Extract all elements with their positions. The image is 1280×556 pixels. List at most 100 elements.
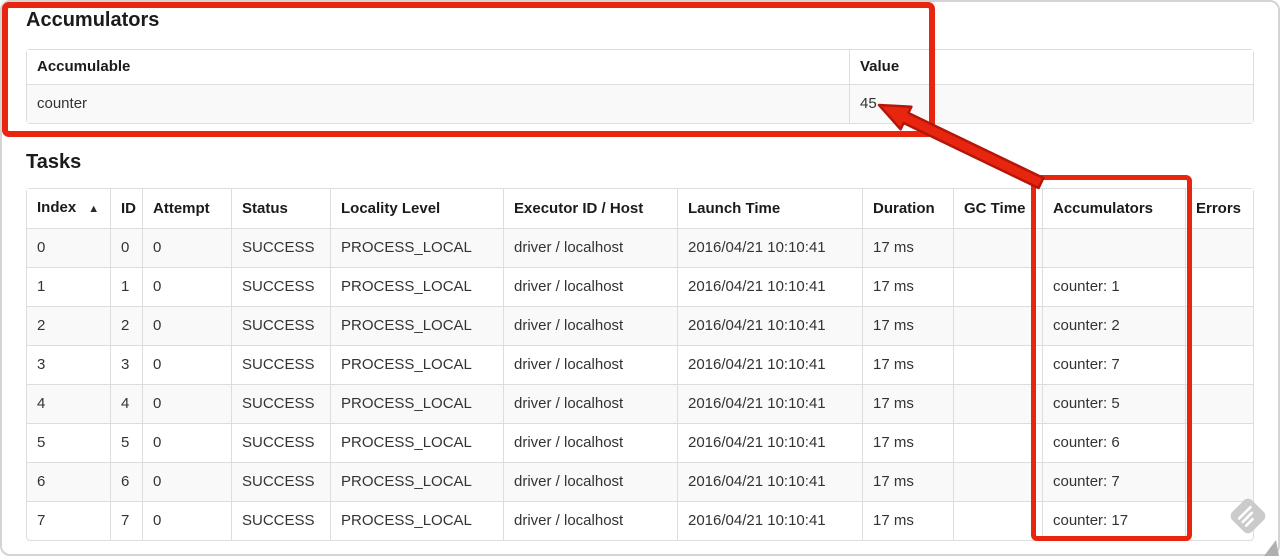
column-header-status[interactable]: Status bbox=[231, 189, 330, 228]
cell-id: 6 bbox=[110, 462, 142, 501]
cell-gc-time bbox=[953, 423, 1042, 462]
cell-index: 6 bbox=[27, 462, 110, 501]
column-header-index-label: Index bbox=[37, 199, 77, 216]
task-row: 4 4 0 SUCCESS PROCESS_LOCAL driver / loc… bbox=[27, 384, 1253, 423]
cell-executor-host: driver / localhost bbox=[503, 228, 677, 267]
task-row: 3 3 0 SUCCESS PROCESS_LOCAL driver / loc… bbox=[27, 345, 1253, 384]
cell-launch-time: 2016/04/21 10:10:41 bbox=[677, 267, 862, 306]
cell-index: 5 bbox=[27, 423, 110, 462]
cell-id: 7 bbox=[110, 501, 142, 540]
cell-locality-level: PROCESS_LOCAL bbox=[330, 384, 503, 423]
cell-accumulators bbox=[1042, 228, 1185, 267]
cell-locality-level: PROCESS_LOCAL bbox=[330, 228, 503, 267]
column-header-executor-host[interactable]: Executor ID / Host bbox=[503, 189, 677, 228]
cell-gc-time bbox=[953, 267, 1042, 306]
column-header-gc-time[interactable]: GC Time bbox=[953, 189, 1042, 228]
cell-executor-host: driver / localhost bbox=[503, 384, 677, 423]
cell-index: 4 bbox=[27, 384, 110, 423]
column-header-accumulable: Accumulable bbox=[27, 50, 849, 84]
task-row: 1 1 0 SUCCESS PROCESS_LOCAL driver / loc… bbox=[27, 267, 1253, 306]
cell-attempt: 0 bbox=[142, 345, 231, 384]
cell-duration: 17 ms bbox=[862, 345, 953, 384]
sort-ascending-icon: ▲ bbox=[88, 203, 100, 215]
cell-index: 1 bbox=[27, 267, 110, 306]
cell-index: 2 bbox=[27, 306, 110, 345]
cell-attempt: 0 bbox=[142, 228, 231, 267]
column-header-attempt[interactable]: Attempt bbox=[142, 189, 231, 228]
cell-duration: 17 ms bbox=[862, 384, 953, 423]
cell-errors bbox=[1185, 228, 1253, 267]
cell-id: 5 bbox=[110, 423, 142, 462]
cell-id: 2 bbox=[110, 306, 142, 345]
cell-status: SUCCESS bbox=[231, 462, 330, 501]
cell-status: SUCCESS bbox=[231, 267, 330, 306]
cell-errors bbox=[1185, 345, 1253, 384]
cell-accumulators: counter: 7 bbox=[1042, 345, 1185, 384]
accumulators-header-row: Accumulable Value bbox=[27, 50, 1253, 84]
column-header-id[interactable]: ID bbox=[110, 189, 142, 228]
task-row: 0 0 0 SUCCESS PROCESS_LOCAL driver / loc… bbox=[27, 228, 1253, 267]
cursor-artifact-icon bbox=[1264, 540, 1279, 556]
cell-attempt: 0 bbox=[142, 501, 231, 540]
cell-attempt: 0 bbox=[142, 267, 231, 306]
column-header-errors[interactable]: Errors bbox=[1185, 189, 1253, 228]
cell-id: 0 bbox=[110, 228, 142, 267]
cell-errors bbox=[1185, 267, 1253, 306]
cell-status: SUCCESS bbox=[231, 384, 330, 423]
cell-executor-host: driver / localhost bbox=[503, 501, 677, 540]
cell-executor-host: driver / localhost bbox=[503, 462, 677, 501]
cell-gc-time bbox=[953, 306, 1042, 345]
cell-locality-level: PROCESS_LOCAL bbox=[330, 267, 503, 306]
cell-locality-level: PROCESS_LOCAL bbox=[330, 306, 503, 345]
cell-launch-time: 2016/04/21 10:10:41 bbox=[677, 423, 862, 462]
cell-index: 3 bbox=[27, 345, 110, 384]
column-header-locality-level[interactable]: Locality Level bbox=[330, 189, 503, 228]
cell-executor-host: driver / localhost bbox=[503, 267, 677, 306]
cell-duration: 17 ms bbox=[862, 228, 953, 267]
task-row: 5 5 0 SUCCESS PROCESS_LOCAL driver / loc… bbox=[27, 423, 1253, 462]
cell-status: SUCCESS bbox=[231, 501, 330, 540]
cell-accumulators: counter: 6 bbox=[1042, 423, 1185, 462]
cell-accumulators: counter: 5 bbox=[1042, 384, 1185, 423]
cell-launch-time: 2016/04/21 10:10:41 bbox=[677, 384, 862, 423]
cell-executor-host: driver / localhost bbox=[503, 345, 677, 384]
cell-gc-time bbox=[953, 228, 1042, 267]
tasks-section-title: Tasks bbox=[26, 151, 82, 173]
cell-duration: 17 ms bbox=[862, 267, 953, 306]
cell-executor-host: driver / localhost bbox=[503, 423, 677, 462]
column-header-accumulators[interactable]: Accumulators bbox=[1042, 189, 1185, 228]
cell-launch-time: 2016/04/21 10:10:41 bbox=[677, 462, 862, 501]
cell-accumulators: counter: 2 bbox=[1042, 306, 1185, 345]
accumulators-table: Accumulable Value counter 45 bbox=[26, 49, 1254, 124]
column-header-index[interactable]: Index ▲ bbox=[27, 189, 110, 228]
accumulators-section-title: Accumulators bbox=[26, 9, 160, 31]
cell-locality-level: PROCESS_LOCAL bbox=[330, 501, 503, 540]
cell-gc-time bbox=[953, 501, 1042, 540]
cell-gc-time bbox=[953, 345, 1042, 384]
cell-index: 7 bbox=[27, 501, 110, 540]
cell-status: SUCCESS bbox=[231, 228, 330, 267]
cell-id: 4 bbox=[110, 384, 142, 423]
tasks-header-row: Index ▲ ID Attempt Status Locality Level … bbox=[27, 189, 1253, 228]
cell-attempt: 0 bbox=[142, 423, 231, 462]
cell-gc-time bbox=[953, 462, 1042, 501]
cell-status: SUCCESS bbox=[231, 306, 330, 345]
column-header-duration[interactable]: Duration bbox=[862, 189, 953, 228]
cell-attempt: 0 bbox=[142, 384, 231, 423]
cell-id: 1 bbox=[110, 267, 142, 306]
cell-accumulators: counter: 1 bbox=[1042, 267, 1185, 306]
cell-accumulators: counter: 7 bbox=[1042, 462, 1185, 501]
cell-attempt: 0 bbox=[142, 306, 231, 345]
cell-id: 3 bbox=[110, 345, 142, 384]
cell-status: SUCCESS bbox=[231, 345, 330, 384]
accumulator-row: counter 45 bbox=[27, 84, 1253, 123]
cell-accumulators: counter: 17 bbox=[1042, 501, 1185, 540]
column-header-launch-time[interactable]: Launch Time bbox=[677, 189, 862, 228]
task-row: 2 2 0 SUCCESS PROCESS_LOCAL driver / loc… bbox=[27, 306, 1253, 345]
cell-errors bbox=[1185, 384, 1253, 423]
cell-executor-host: driver / localhost bbox=[503, 306, 677, 345]
cell-locality-level: PROCESS_LOCAL bbox=[330, 423, 503, 462]
cell-duration: 17 ms bbox=[862, 423, 953, 462]
cell-attempt: 0 bbox=[142, 462, 231, 501]
task-row: 7 7 0 SUCCESS PROCESS_LOCAL driver / loc… bbox=[27, 501, 1253, 540]
